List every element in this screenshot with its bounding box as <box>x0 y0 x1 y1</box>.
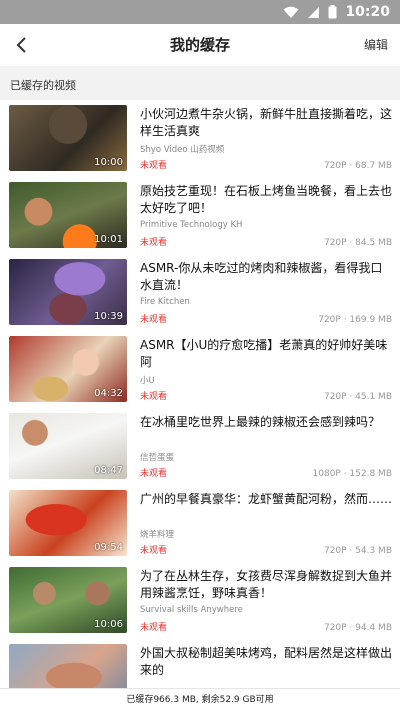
video-channel: Shyo Video 山药视频 <box>140 145 225 155</box>
video-size: 720P · 94.4 MB <box>323 623 392 633</box>
section-title: 已缓存的视频 <box>10 79 76 92</box>
video-duration: 10:00 <box>94 157 123 168</box>
unwatched-badge: 未观看 <box>140 469 168 479</box>
video-info: ASMR【小U的疗愈吃播】老萧真的好帅好美味阿 小U 未观看 720P · 45… <box>140 337 392 404</box>
unwatched-badge: 未观看 <box>140 546 168 556</box>
video-title: 在冰桶里吃世界上最辣的辣椒还会感到辣吗？ <box>140 415 381 429</box>
wifi-icon <box>283 6 299 18</box>
video-item[interactable]: 09:54 广州的早餐真豪华：龙虾蟹黄配河粉，然而…… 烧羊料理 未观看 720… <box>0 485 400 562</box>
video-thumbnail[interactable]: 10:00 <box>9 105 127 171</box>
unwatched-badge: 未观看 <box>140 315 168 325</box>
video-item[interactable]: 04:32 ASMR【小U的疗愈吃播】老萧真的好帅好美味阿 小U 未观看 720… <box>0 331 400 408</box>
video-title: 为了在丛林生存，女孩费尽浑身解数捉到大鱼并用辣酱烹饪，野味真香！ <box>140 569 392 600</box>
section-header: 已缓存的视频 <box>0 66 400 100</box>
video-channel: Fire Kitchen <box>140 297 190 307</box>
video-size: 720P · 45.1 MB <box>323 392 392 402</box>
signal-icon <box>308 6 320 18</box>
video-channel: 信哲蛋蛋 <box>140 453 175 463</box>
video-thumbnail[interactable]: 09:54 <box>9 490 127 556</box>
page-title: 我的缓存 <box>169 36 230 54</box>
unwatched-badge: 未观看 <box>140 392 168 402</box>
video-title: 广州的早餐真豪华：龙虾蟹黄配河粉，然而…… <box>140 492 392 506</box>
video-item[interactable]: 10:39 ASMR-你从未吃过的烤肉和辣椒酱，看得我口水直流！ Fire Ki… <box>0 254 400 331</box>
video-thumbnail[interactable] <box>9 644 127 688</box>
video-item[interactable]: 08:47 在冰桶里吃世界上最辣的辣椒还会感到辣吗？ 信哲蛋蛋 未观看 1080… <box>0 408 400 485</box>
video-item[interactable]: 10:06 为了在丛林生存，女孩费尽浑身解数捉到大鱼并用辣酱烹饪，野味真香！ S… <box>0 562 400 639</box>
video-size: 720P · 169.9 MB <box>318 315 392 325</box>
video-thumbnail[interactable]: 08:47 <box>9 413 127 479</box>
unwatched-badge: 未观看 <box>140 161 168 171</box>
video-duration: 10:39 <box>94 311 123 322</box>
video-duration: 04:32 <box>94 388 123 399</box>
video-title: 原始技艺重现！在石板上烤鱼当晚餐，看上去也太好吃了吧！ <box>140 184 392 215</box>
video-title: ASMR【小U的疗愈吃播】老萧真的好帅好美味阿 <box>140 338 388 369</box>
video-thumbnail[interactable]: 10:01 <box>9 182 127 248</box>
video-size: 720P · 68.7 MB <box>323 161 392 171</box>
video-info: 为了在丛林生存，女孩费尽浑身解数捉到大鱼并用辣酱烹饪，野味真香！ Surviva… <box>140 568 392 635</box>
storage-footer: 已缓存966.3 MB, 剩余52.9 GB可用 <box>0 688 400 712</box>
video-duration: 08:47 <box>94 465 123 476</box>
video-info: 小伙河边煮牛杂火锅，新鲜牛肚直接撕着吃，这样生活真爽 Shyo Video 山药… <box>140 106 392 173</box>
video-size: 720P · 84.5 MB <box>323 238 392 248</box>
video-channel: Survival skills Anywhere <box>140 605 243 615</box>
video-size: 720P · 54.3 MB <box>323 546 392 556</box>
unwatched-badge: 未观看 <box>140 238 168 248</box>
video-title: ASMR-你从未吃过的烤肉和辣椒酱，看得我口水直流！ <box>140 261 383 292</box>
status-bar: 10:20 <box>0 0 400 24</box>
unwatched-badge: 未观看 <box>140 623 168 633</box>
status-icons: 10:20 <box>283 0 390 24</box>
storage-summary: 已缓存966.3 MB, 剩余52.9 GB可用 <box>126 695 274 705</box>
video-channel: 烧羊料理 <box>140 530 175 540</box>
video-duration: 10:01 <box>94 234 123 245</box>
video-info: ASMR-你从未吃过的烤肉和辣椒酱，看得我口水直流！ Fire Kitchen … <box>140 260 392 327</box>
video-duration: 09:54 <box>94 542 123 553</box>
chevron-left-icon <box>16 37 26 53</box>
video-item[interactable]: 外国大叔秘制超美味烤鸡，配料居然是这样做出来的 <box>0 639 400 688</box>
video-info: 广州的早餐真豪华：龙虾蟹黄配河粉，然而…… 烧羊料理 未观看 720P · 54… <box>140 491 392 558</box>
video-channel: 小U <box>140 376 155 386</box>
status-time: 10:20 <box>345 4 390 20</box>
video-thumbnail[interactable]: 10:06 <box>9 567 127 633</box>
video-thumbnail[interactable]: 04:32 <box>9 336 127 402</box>
video-info: 在冰桶里吃世界上最辣的辣椒还会感到辣吗？ 信哲蛋蛋 未观看 1080P · 15… <box>140 414 392 481</box>
video-info: 外国大叔秘制超美味烤鸡，配料居然是这样做出来的 <box>140 645 392 688</box>
cached-video-list[interactable]: 10:00 小伙河边煮牛杂火锅，新鲜牛肚直接撕着吃，这样生活真爽 Shyo Vi… <box>0 100 400 688</box>
video-duration: 10:06 <box>94 619 123 630</box>
video-title: 外国大叔秘制超美味烤鸡，配料居然是这样做出来的 <box>140 646 392 677</box>
back-button[interactable] <box>4 28 38 62</box>
video-size: 1080P · 152.8 MB <box>312 469 392 479</box>
video-item[interactable]: 10:01 原始技艺重现！在石板上烤鱼当晚餐，看上去也太好吃了吧！ Primit… <box>0 177 400 254</box>
video-title: 小伙河边煮牛杂火锅，新鲜牛肚直接撕着吃，这样生活真爽 <box>140 107 392 138</box>
video-channel: Primitive Technology KH <box>140 220 243 230</box>
video-item[interactable]: 10:00 小伙河边煮牛杂火锅，新鲜牛肚直接撕着吃，这样生活真爽 Shyo Vi… <box>0 100 400 177</box>
video-thumbnail[interactable]: 10:39 <box>9 259 127 325</box>
video-info: 原始技艺重现！在石板上烤鱼当晚餐，看上去也太好吃了吧！ Primitive Te… <box>140 183 392 250</box>
battery-icon <box>328 5 337 19</box>
app-bar: 我的缓存 编辑 <box>0 24 400 66</box>
edit-button[interactable]: 编辑 <box>364 24 388 66</box>
